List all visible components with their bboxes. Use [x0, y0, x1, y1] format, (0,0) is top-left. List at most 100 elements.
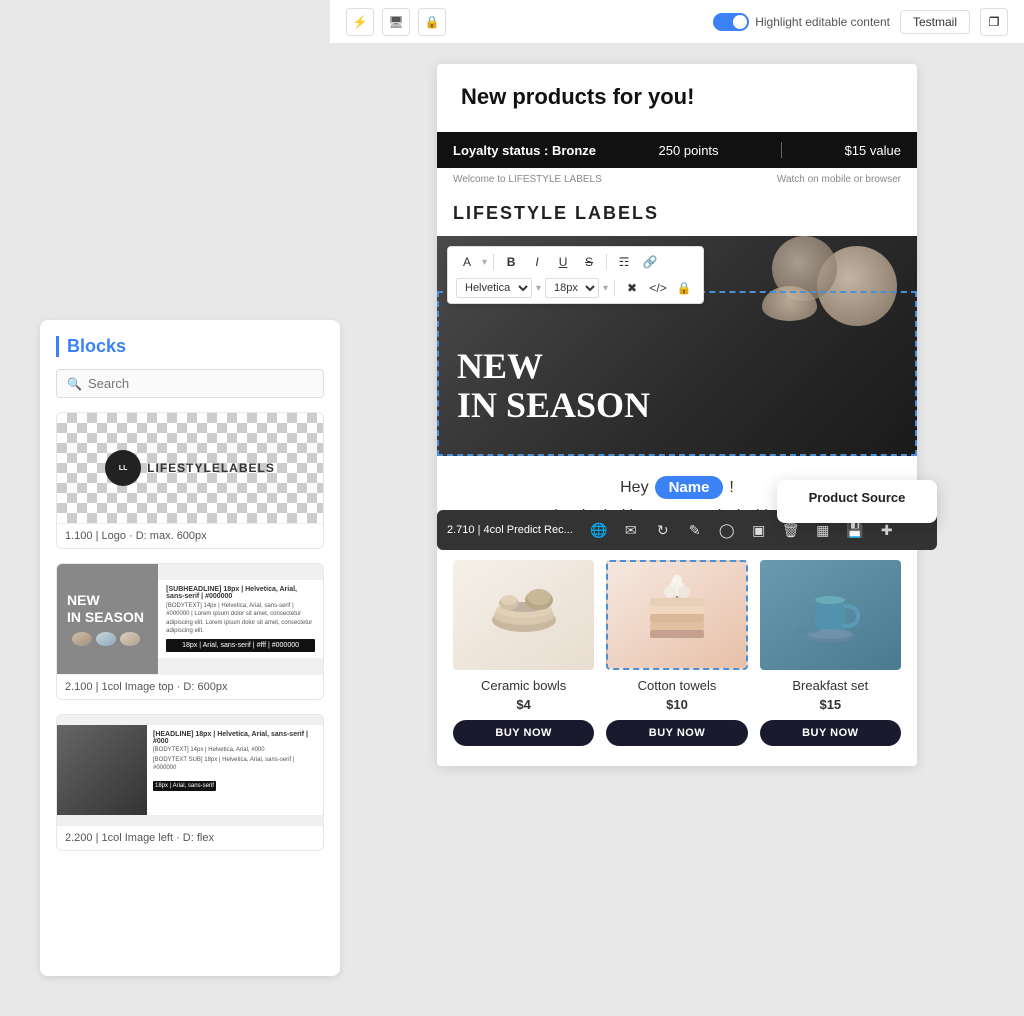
- font-color-btn[interactable]: A: [456, 251, 478, 273]
- fmt-divider-2: [606, 254, 607, 270]
- sub-header-left: Welcome to LIFESTYLE LABELS: [453, 174, 602, 185]
- toggle-switch[interactable]: [713, 13, 749, 31]
- lock-button[interactable]: 🔒: [418, 8, 446, 36]
- product-img-cotton: [606, 560, 747, 670]
- bodytext-label: [BODYTEXT] 14px | Helvetica, Arial, sans…: [166, 602, 315, 636]
- block-preview-logo: LL LIFESTYLELABELS: [57, 413, 323, 523]
- monitor-button[interactable]: 🖥: [382, 8, 410, 36]
- highlight-toggle[interactable]: Highlight editable content: [713, 13, 890, 31]
- product-grid: Ceramic bowls $4 BUY NOW: [453, 560, 901, 746]
- product-name-cotton: Cotton towels: [606, 678, 747, 693]
- block-toolbar-label: 2.710 | 4col Predict Rec...: [447, 524, 573, 536]
- tool-box[interactable]: ▣: [745, 516, 773, 544]
- tool-edit[interactable]: ✎: [681, 516, 709, 544]
- buy-btn-breakfast[interactable]: BUY NOW: [760, 720, 901, 746]
- app-container: Blocks 🔍 LL LIFESTYLELABELS 1.100 | Logo…: [0, 0, 1024, 1016]
- bowl-3: [762, 286, 817, 321]
- link-btn[interactable]: 🔗: [639, 251, 661, 273]
- block-label-logo: 1.100 | Logo · D: max. 600px: [57, 523, 323, 548]
- strikethrough-btn[interactable]: S: [578, 251, 600, 273]
- product-name-ceramic: Ceramic bowls: [453, 678, 594, 693]
- block-label-season: 2.100 | 1col Image top · D: 600px: [57, 674, 323, 699]
- toggle-knob: [733, 15, 747, 29]
- body-sub-preview: [BODYTEXT SUB] 18px | Helvetica, Arial, …: [153, 757, 317, 773]
- buy-btn-ceramic[interactable]: BUY NOW: [453, 720, 594, 746]
- bowl-row: [67, 632, 144, 646]
- font-arrow: ▾: [536, 283, 541, 294]
- dropdown-arrow-1: ▾: [482, 257, 487, 268]
- expand-button[interactable]: ❐: [980, 8, 1008, 36]
- product-grid-area: 2.710 | 4col Predict Rec... 🌐 ✉ ↻ ✎ ◯ ▣ …: [437, 560, 917, 766]
- email-title: New products for you!: [461, 84, 893, 110]
- fmt-divider-1: [493, 254, 494, 270]
- block-item-product[interactable]: [HEADLINE] 18px | Helvetica, Arial, sans…: [56, 714, 324, 851]
- format-row-2: Helvetica ▾ 18px ▾ ✖ </> 🔒: [456, 277, 695, 299]
- format-row-1: A ▾ B I U S ☶ 🔗: [456, 251, 695, 273]
- btn-preview: 18px | Arial, sans-serif: [153, 781, 216, 791]
- greeting-text: Hey: [620, 479, 648, 497]
- product-image-area: [57, 725, 147, 815]
- italic-btn[interactable]: I: [526, 251, 548, 273]
- top-toolbar: ⚡ 🖥 🔒 Highlight editable content Testmai…: [330, 0, 1024, 44]
- logo-preview-area: LL LIFESTYLELABELS: [57, 413, 323, 523]
- product-name-breakfast: Breakfast set: [760, 678, 901, 693]
- product-price-ceramic: $4: [453, 697, 594, 712]
- product-img-bg: [57, 725, 147, 815]
- search-box[interactable]: 🔍: [56, 369, 324, 398]
- main-area: ⚡ 🖥 🔒 Highlight editable content Testmai…: [330, 0, 1024, 1016]
- blocks-sidebar: Blocks 🔍 LL LIFESTYLELABELS 1.100 | Logo…: [40, 320, 340, 976]
- brand-name-bold: LABELS: [575, 203, 659, 223]
- format-toolbar: A ▾ B I U S ☶ 🔗: [447, 246, 704, 304]
- hero-text: NEW IN SEASON: [457, 347, 650, 426]
- product-img-breakfast: [760, 560, 901, 670]
- bowl-decoration: [737, 236, 917, 376]
- underline-btn[interactable]: U: [552, 251, 574, 273]
- product-card-breakfast: Breakfast set $15 BUY NOW: [760, 560, 901, 746]
- search-input[interactable]: [88, 376, 313, 391]
- tool-globe[interactable]: 🌐: [585, 516, 613, 544]
- email-header: New products for you!: [437, 64, 917, 132]
- loyalty-value: $15 value: [845, 143, 901, 158]
- block-item-season[interactable]: NEWIN SEASON [SUBHEADLINE] 18px | Helvet…: [56, 563, 324, 700]
- product-card-ceramic: Ceramic bowls $4 BUY NOW: [453, 560, 594, 746]
- block-item-logo[interactable]: LL LIFESTYLELABELS 1.100 | Logo · D: max…: [56, 412, 324, 549]
- email-container: New products for you! Loyalty status : B…: [437, 64, 917, 766]
- buy-btn-cotton[interactable]: BUY NOW: [606, 720, 747, 746]
- breakfast-svg: [790, 580, 870, 650]
- tool-refresh[interactable]: ↻: [649, 516, 677, 544]
- cotton-svg: [642, 570, 712, 660]
- headline-preview: [HEADLINE] 18px | Helvetica, Arial, sans…: [153, 731, 317, 745]
- product-source-label: Product Source: [793, 490, 921, 505]
- season-sub-content: [SUBHEADLINE] 18px | Helvetica, Arial, s…: [158, 580, 323, 659]
- tool-radio[interactable]: ◯: [713, 516, 741, 544]
- product-preview-area: [HEADLINE] 18px | Helvetica, Arial, sans…: [57, 725, 323, 815]
- highlight-btn[interactable]: ☶: [613, 251, 635, 273]
- logo-text: LIFESTYLELABELS: [147, 461, 275, 475]
- bolt-button[interactable]: ⚡: [346, 8, 374, 36]
- font-select[interactable]: Helvetica: [456, 278, 532, 298]
- size-select[interactable]: 18px: [545, 278, 599, 298]
- brand-name: LIFESTYLE LABELS: [453, 203, 901, 224]
- bold-btn[interactable]: B: [500, 251, 522, 273]
- ceramic-svg: [484, 585, 564, 645]
- brand-name-light: LIFESTYLE: [453, 203, 575, 223]
- email-preview[interactable]: New products for you! Loyalty status : B…: [330, 44, 1024, 1016]
- sidebar-title: Blocks: [56, 336, 324, 357]
- tool-tag[interactable]: ✉: [617, 516, 645, 544]
- fmt-divider-3: [614, 280, 615, 296]
- product-source-tooltip: Product Source: [777, 480, 937, 523]
- block-label-product: 2.200 | 1col Image left · D: flex: [57, 825, 323, 850]
- clear-format-btn[interactable]: ✖: [621, 277, 643, 299]
- season-preview-area: NEWIN SEASON: [57, 564, 158, 674]
- loyalty-status: Loyalty status : Bronze: [453, 143, 596, 158]
- testmail-button[interactable]: Testmail: [900, 10, 970, 34]
- product-price-breakfast: $15: [760, 697, 901, 712]
- lock-format-btn[interactable]: 🔒: [673, 277, 695, 299]
- hero-text-line1: NEW: [457, 347, 650, 387]
- block-preview-season: NEWIN SEASON [SUBHEADLINE] 18px | Helvet…: [57, 564, 323, 674]
- highlight-label: Highlight editable content: [755, 15, 890, 29]
- code-btn[interactable]: </>: [647, 277, 669, 299]
- toolbar-right: Highlight editable content Testmail ❐: [713, 8, 1008, 36]
- sub-header-right: Watch on mobile or browser: [777, 174, 901, 185]
- search-icon: 🔍: [67, 377, 82, 391]
